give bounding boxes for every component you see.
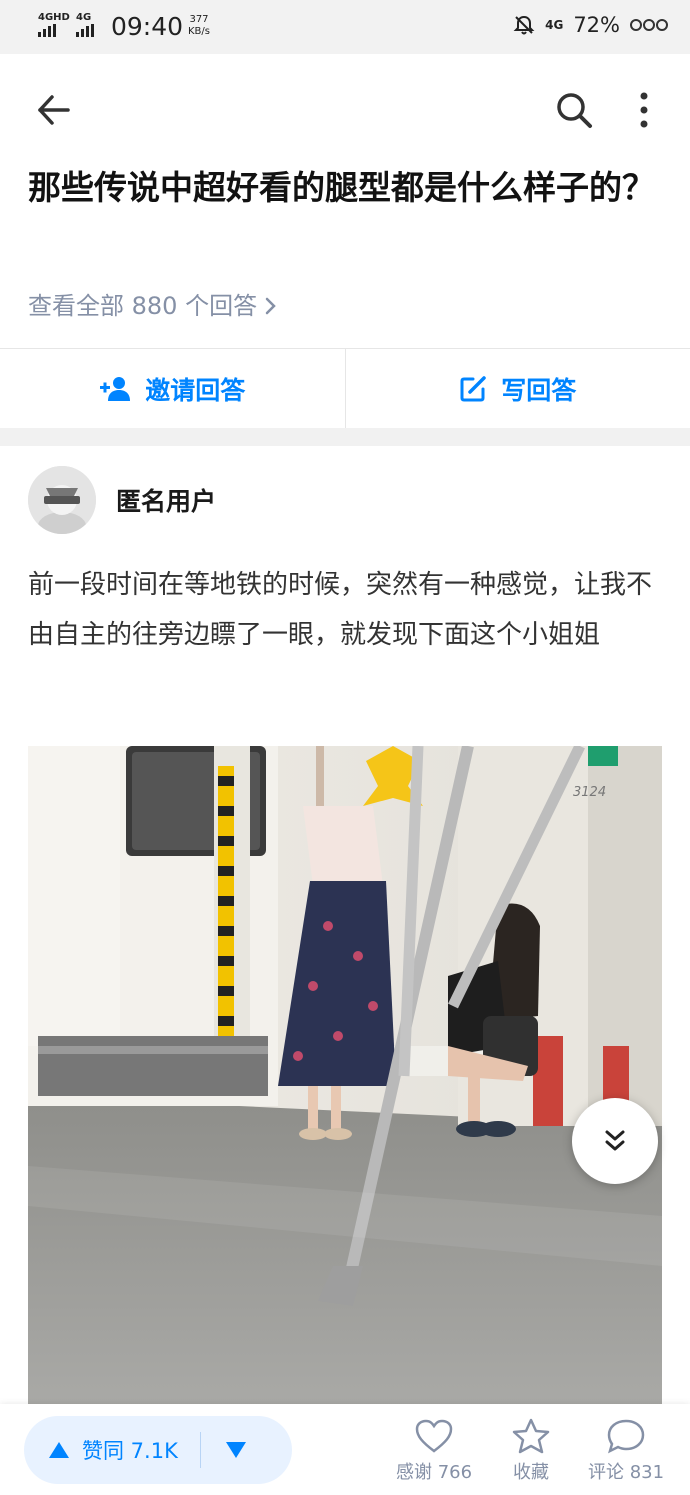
question-title[interactable]: 那些传说中超好看的腿型都是什么样子的？ [28, 162, 668, 214]
avatar[interactable] [28, 466, 96, 534]
author-name[interactable]: 匿名用户 [116, 482, 216, 518]
question-header: 那些传说中超好看的腿型都是什么样子的？ 查看全部 880 个回答 [0, 54, 690, 348]
collect-label: 收藏 [513, 1462, 549, 1483]
next-answer-button[interactable] [572, 1098, 658, 1184]
network-type-2: 4G [76, 12, 92, 23]
question-actions: 邀请回答 写回答 [0, 348, 690, 428]
upvote-button[interactable]: 赞同 7.1K [24, 1416, 178, 1484]
write-answer-button[interactable]: 写回答 [346, 349, 690, 428]
status-bar: 4GHD 4G 09:40 377 KB/s 4G 72% [0, 0, 690, 54]
write-answer-label: 写回答 [501, 375, 577, 405]
hazard-stripe [218, 766, 234, 1066]
double-chevron-down-icon [605, 1130, 625, 1151]
clock: 09:40 [111, 12, 184, 41]
anonymous-avatar-icon [28, 466, 96, 534]
search-icon[interactable] [554, 90, 594, 130]
more-options-icon[interactable] [630, 90, 658, 130]
back-arrow-icon[interactable] [34, 90, 74, 130]
signal-bars-2-icon [76, 24, 94, 37]
add-user-icon [100, 376, 131, 401]
thanks-button[interactable]: 感谢 766 [396, 1418, 472, 1484]
triangle-down-icon [225, 1442, 246, 1458]
notification-icon [630, 19, 668, 31]
edit-icon [460, 375, 486, 401]
invite-answer-button[interactable]: 邀请回答 [0, 349, 345, 428]
signal-type: 4G [545, 18, 564, 32]
answer-body: 前一段时间在等地铁的时候，突然有一种感觉，让我不由自主的往旁边瞟了一眼，就发现下… [28, 570, 653, 650]
heart-icon [415, 1419, 453, 1453]
network-speed: 377 KB/s [188, 14, 210, 38]
view-all-answers-link[interactable]: 查看全部 880 个回答 [28, 286, 277, 326]
subway-scene-image: 3124 [28, 746, 662, 1404]
thanks-label: 感谢 766 [396, 1462, 473, 1483]
downvote-button[interactable] [201, 1441, 271, 1459]
network-type-1: 4GHD [38, 12, 70, 23]
answers-count-label: 查看全部 880 个回答 [28, 292, 258, 320]
invite-answer-label: 邀请回答 [145, 375, 246, 405]
comment-button[interactable]: 评论 831 [588, 1418, 664, 1484]
mute-bell-icon [513, 15, 535, 35]
vote-control: 赞同 7.1K [24, 1416, 292, 1484]
triangle-up-icon [49, 1442, 69, 1458]
bottom-action-bar: 赞同 7.1K 感谢 766 收藏 评论 831 [0, 1404, 690, 1495]
upvote-label: 赞同 7.1K [82, 1439, 178, 1463]
status-right: 4G 72% [513, 13, 668, 37]
battery-level: 72% [573, 13, 620, 37]
collect-button[interactable]: 收藏 [512, 1418, 550, 1484]
speed-unit: KB/s [188, 26, 210, 37]
answer-author[interactable]: 匿名用户 [28, 466, 216, 534]
section-separator [0, 428, 690, 446]
speed-value: 377 [189, 14, 209, 25]
comment-label: 评论 831 [588, 1462, 665, 1483]
comment-icon [607, 1419, 645, 1454]
chevron-right-icon [265, 297, 276, 315]
answer-photo[interactable]: 3124 [28, 746, 662, 1404]
star-icon [512, 1418, 550, 1454]
signal-bars-1-icon [38, 24, 56, 37]
car-number: 3124 [573, 785, 606, 800]
